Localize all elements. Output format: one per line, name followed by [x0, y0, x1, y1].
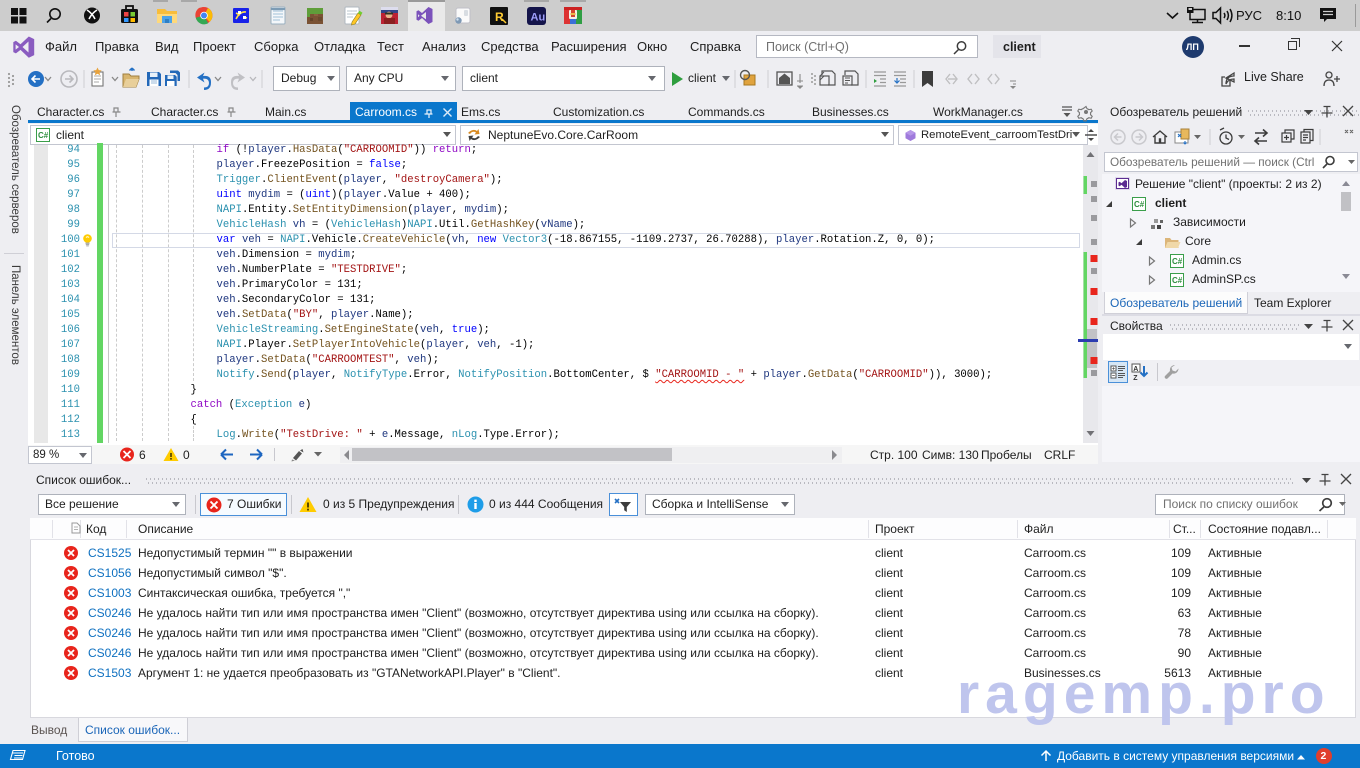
svg-text:Z: Z — [1133, 375, 1138, 382]
svg-text:A: A — [1133, 366, 1138, 373]
svg-text:Au: Au — [531, 12, 546, 24]
svg-text:R: R — [495, 10, 504, 24]
